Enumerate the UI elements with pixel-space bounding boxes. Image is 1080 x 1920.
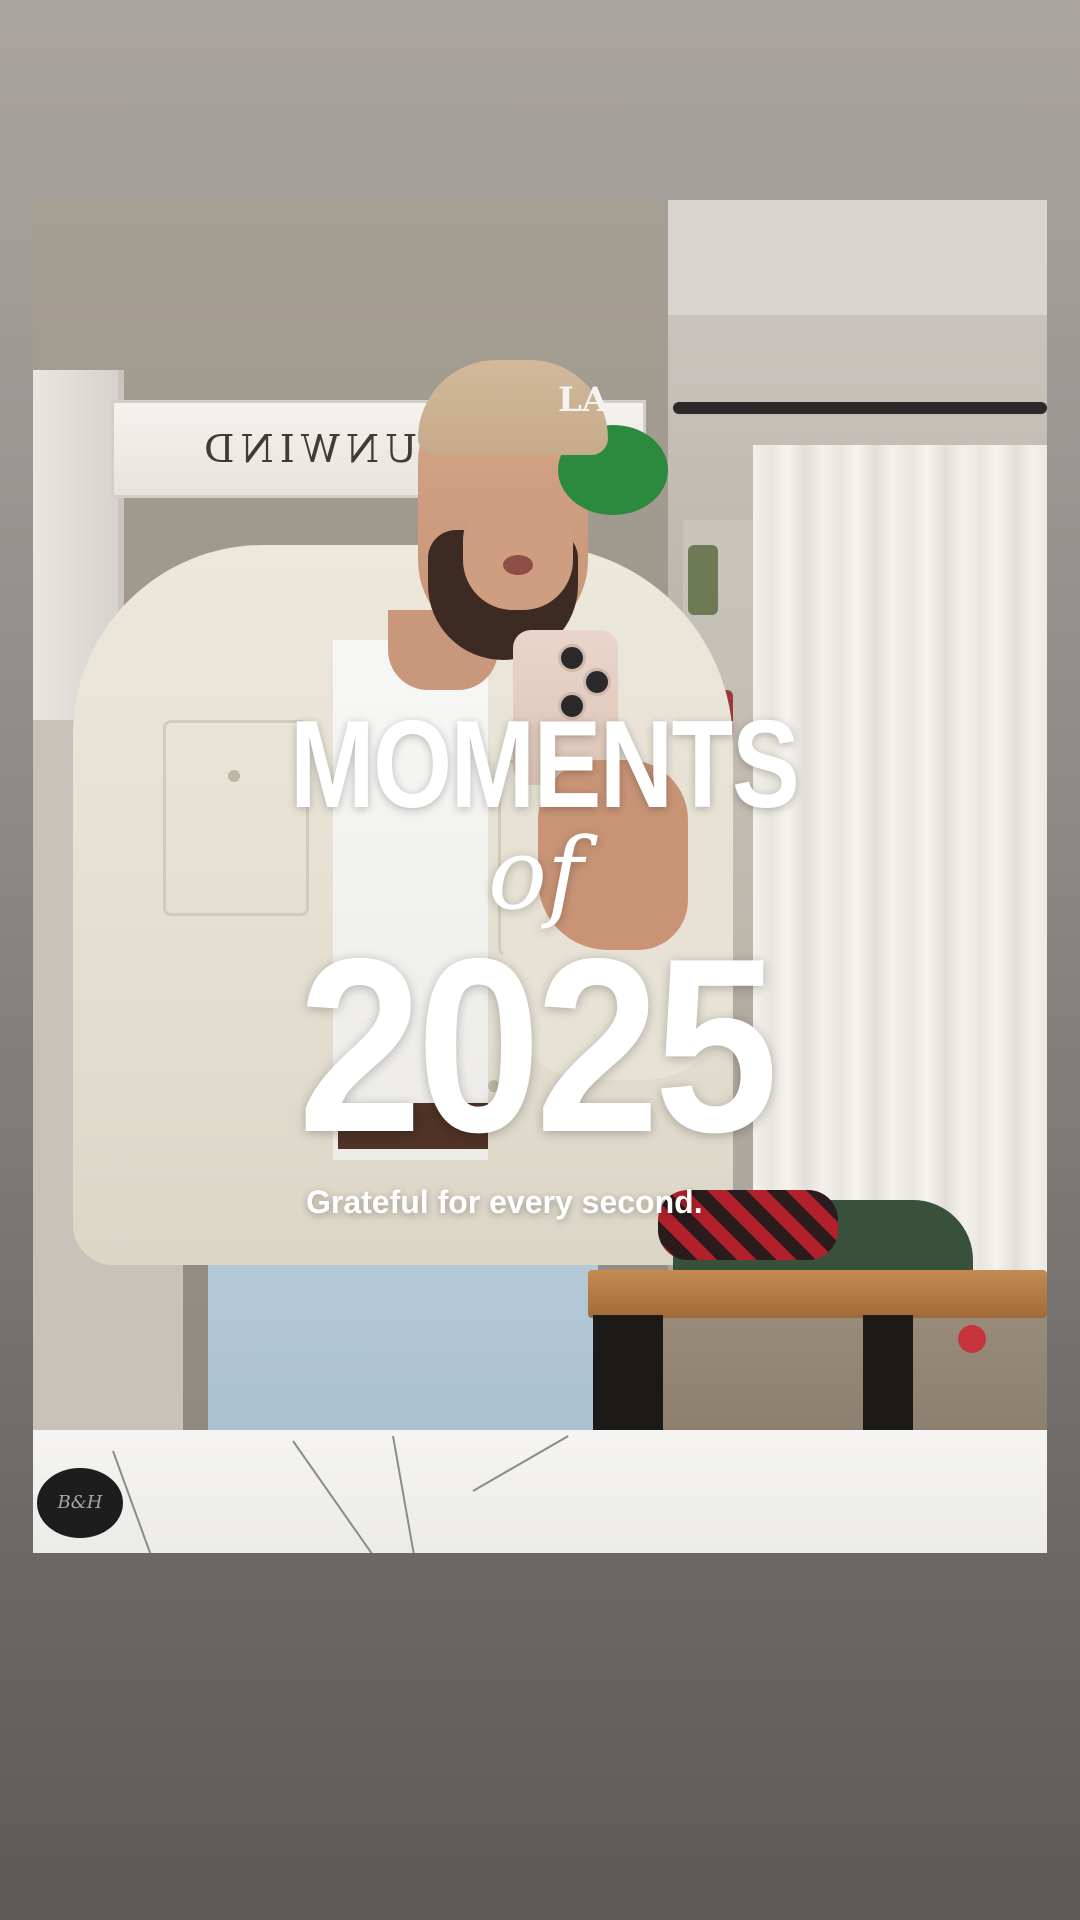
title-moments: MOMENTS: [290, 696, 800, 834]
title-year: 2025: [298, 906, 778, 1184]
story-view[interactable]: AK + UNWIND LA B&H MOMENTS of 2025 Grate…: [0, 0, 1080, 1920]
text-overlay: MOMENTS of 2025 Grateful for every secon…: [0, 0, 1080, 1920]
subtitle: Grateful for every second.: [306, 1184, 703, 1220]
